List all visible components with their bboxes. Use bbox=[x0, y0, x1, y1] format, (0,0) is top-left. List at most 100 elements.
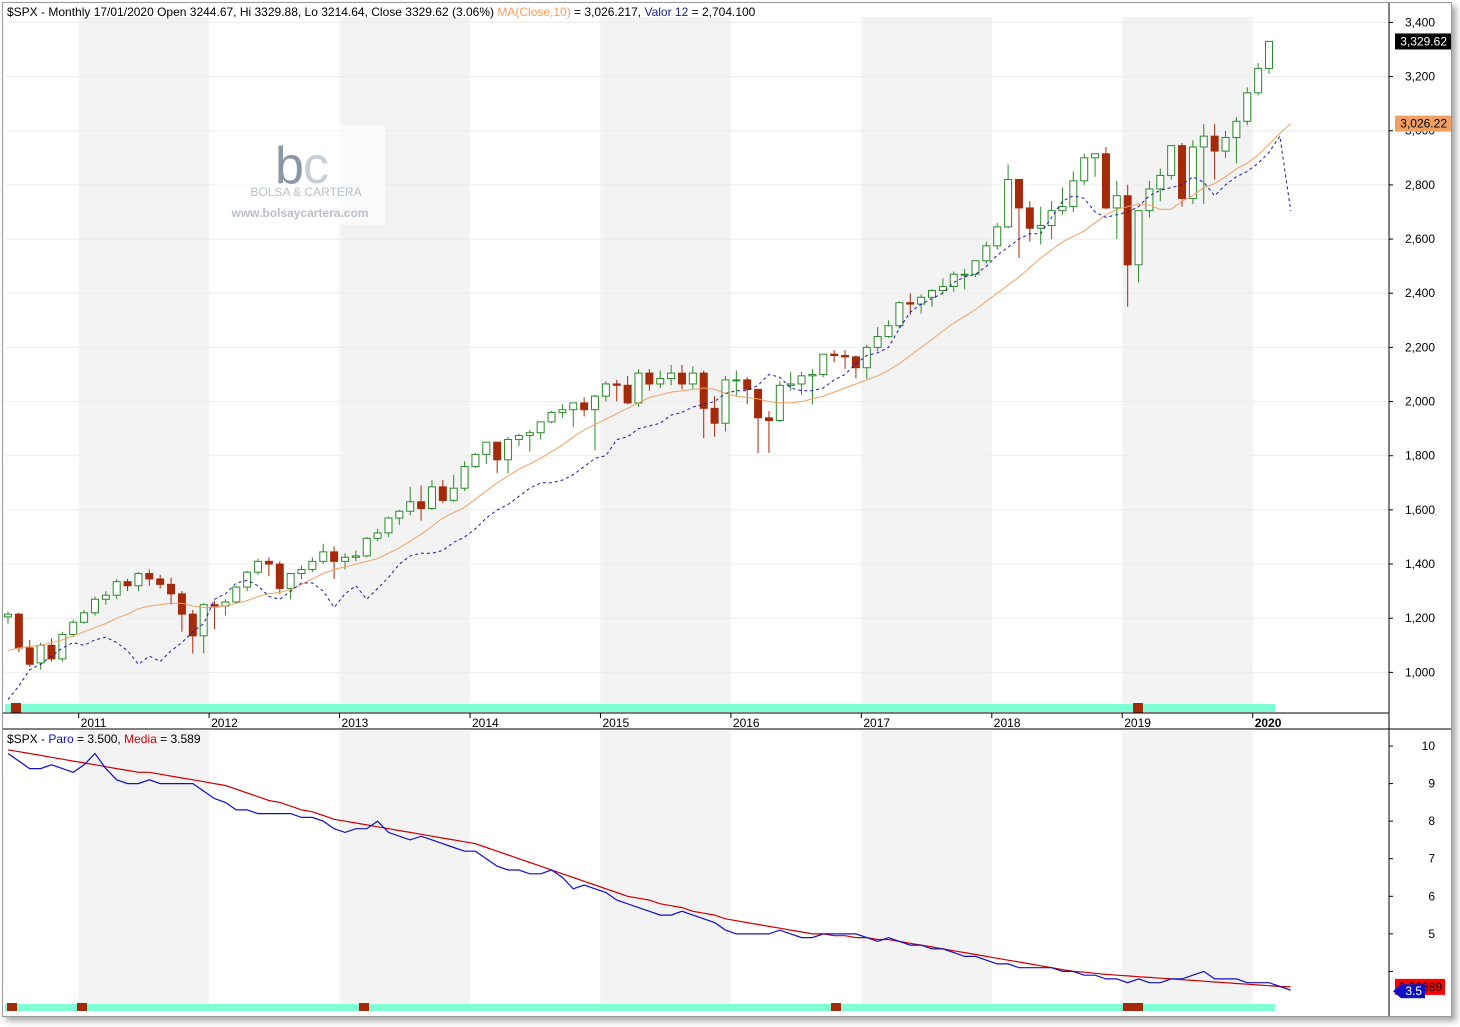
candle-up bbox=[928, 290, 937, 298]
paro-axis-label: 6 bbox=[1428, 889, 1435, 903]
candle-up bbox=[525, 432, 534, 436]
candle-up bbox=[254, 560, 263, 573]
candle-up bbox=[601, 383, 610, 397]
candle-up bbox=[982, 245, 991, 262]
candle-up bbox=[1036, 225, 1045, 229]
paro-legend-value: = 3.500, bbox=[73, 732, 125, 746]
candle-up bbox=[808, 373, 817, 377]
price-header: $SPX - Monthly 17/01/2020 Open 3244.67, … bbox=[7, 5, 755, 19]
candle-up bbox=[634, 372, 643, 404]
candle-up bbox=[101, 594, 110, 600]
candle-down bbox=[830, 353, 839, 357]
candle-down bbox=[1014, 178, 1023, 209]
price-axis-label: 3,200 bbox=[1405, 70, 1435, 84]
candle-down bbox=[47, 644, 56, 660]
candle-up bbox=[232, 586, 241, 603]
candle-up bbox=[862, 346, 871, 369]
ma-legend-label: MA(Close,10) bbox=[497, 5, 571, 19]
candle-up bbox=[90, 598, 99, 614]
candle-up bbox=[1004, 178, 1013, 228]
candle-down bbox=[743, 379, 752, 390]
candle-up bbox=[732, 379, 741, 382]
paro-header-prefix: $SPX - bbox=[7, 732, 49, 746]
candle-down bbox=[580, 402, 589, 411]
watermark-line1: BOLSA & CARTERA bbox=[250, 185, 361, 199]
candle-down bbox=[1210, 135, 1219, 152]
watermark-line2: www.bolsaycartera.com bbox=[231, 206, 369, 220]
candle-up bbox=[134, 573, 143, 587]
paro-legend-label: Paro bbox=[48, 732, 74, 746]
chart-window: b c BOLSA & CARTERA www.bolsaycartera.co… bbox=[2, 2, 1452, 1017]
candle-down bbox=[275, 563, 284, 589]
candle-up bbox=[1199, 135, 1208, 148]
price-chart-panel[interactable]: b c BOLSA & CARTERA www.bolsaycartera.co… bbox=[3, 3, 1451, 1016]
last-price-label: 3,329.62 bbox=[1400, 34, 1447, 48]
candle-up bbox=[1080, 157, 1089, 182]
candle-up bbox=[286, 573, 295, 589]
paro-axis-label: 8 bbox=[1428, 814, 1435, 828]
signal-marker bbox=[77, 1003, 87, 1011]
candle-up bbox=[384, 517, 393, 534]
candle-up bbox=[721, 379, 730, 424]
time-axis-label: 2014 bbox=[472, 716, 499, 730]
price-header-prefix: $SPX - Monthly 17/01/2020 Open 3244.67, … bbox=[7, 5, 495, 19]
candle-down bbox=[264, 560, 273, 565]
candle-up bbox=[1091, 153, 1100, 159]
candle-up bbox=[1265, 40, 1273, 69]
candle-down bbox=[754, 388, 763, 419]
candle-up bbox=[1156, 174, 1165, 190]
candle-up bbox=[514, 434, 523, 440]
candle-up bbox=[1243, 92, 1252, 122]
candle-up bbox=[36, 644, 45, 664]
candle-down bbox=[123, 581, 132, 587]
candle-down bbox=[493, 441, 502, 461]
candle-down bbox=[623, 384, 632, 404]
candle-up bbox=[427, 486, 436, 510]
time-axis-label: 2015 bbox=[602, 716, 629, 730]
candle-up bbox=[406, 501, 415, 512]
candle-up bbox=[351, 555, 360, 558]
candle-up bbox=[1221, 137, 1230, 152]
candle-down bbox=[699, 372, 708, 409]
year-band-bottom bbox=[339, 731, 471, 1009]
signal-marker bbox=[7, 1003, 17, 1011]
signal-marker bbox=[359, 1003, 369, 1011]
candle-up bbox=[1167, 145, 1176, 176]
candle-up bbox=[547, 411, 556, 423]
paro-axis-label: 9 bbox=[1428, 777, 1435, 791]
candle-up bbox=[895, 302, 904, 327]
candle-up bbox=[69, 621, 78, 635]
candle-up bbox=[504, 438, 513, 461]
candle-up bbox=[873, 336, 882, 348]
candle-up bbox=[667, 372, 676, 380]
valor-legend-label: Valor 12 bbox=[644, 5, 689, 19]
time-axis-label: 2013 bbox=[342, 716, 369, 730]
price-axis-label: 2,600 bbox=[1405, 232, 1435, 246]
candle-up bbox=[688, 372, 697, 385]
candle-up bbox=[4, 613, 12, 618]
price-axis-label: 1,200 bbox=[1405, 611, 1435, 625]
candle-up bbox=[1112, 195, 1121, 209]
signal-marker bbox=[1133, 1003, 1143, 1011]
price-axis-label: 3,400 bbox=[1405, 15, 1435, 29]
candle-down bbox=[841, 355, 850, 358]
candle-down bbox=[14, 613, 23, 649]
signal-marker bbox=[831, 1003, 841, 1011]
price-axis-label: 2,000 bbox=[1405, 395, 1435, 409]
candle-up bbox=[591, 395, 600, 411]
year-band-top bbox=[600, 17, 731, 713]
year-band-top bbox=[861, 17, 992, 713]
candle-up bbox=[1254, 67, 1263, 94]
candle-up bbox=[362, 537, 371, 557]
candle-down bbox=[156, 578, 165, 585]
candle-down bbox=[710, 407, 719, 424]
year-band-top bbox=[339, 17, 471, 713]
price-axis-label: 1,800 bbox=[1405, 449, 1435, 463]
candle-up bbox=[536, 421, 545, 434]
candle-down bbox=[438, 486, 447, 501]
signal-marker bbox=[11, 703, 21, 713]
candle-up bbox=[297, 568, 306, 575]
time-axis-label: 2019 bbox=[1124, 716, 1151, 730]
candle-up bbox=[199, 604, 208, 637]
candle-down bbox=[906, 302, 915, 305]
